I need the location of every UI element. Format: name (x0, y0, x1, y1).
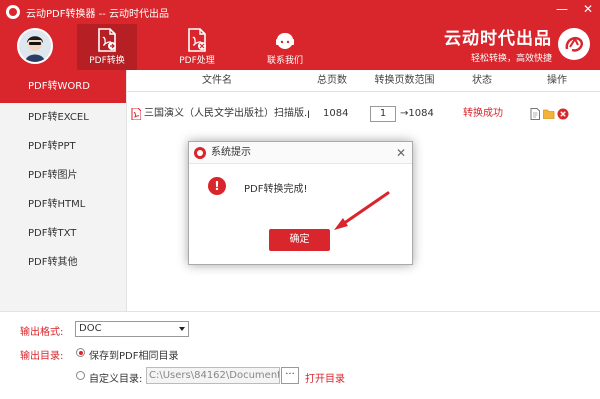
output-dir-label: 输出目录: (20, 351, 64, 362)
sidebar-item-pdf-to-other[interactable]: PDF转其他 (0, 248, 126, 277)
dialog-titlebar: 系统提示 ✕ (189, 142, 412, 164)
range-end-value[interactable]: →1084 (400, 100, 434, 128)
folder-open-icon[interactable] (543, 108, 555, 120)
file-view-icon[interactable] (529, 108, 541, 120)
pdf-convert-icon (98, 28, 116, 52)
tab-contact-us[interactable]: 联系我们 (255, 24, 315, 70)
custom-dir-input[interactable]: C:\Users\84162\Documents\p (146, 367, 280, 384)
range-start-input[interactable]: 1 (370, 106, 396, 122)
contact-headset-icon (276, 33, 294, 49)
window-title: 云动PDF转换器 -- 云动时代出品 (26, 8, 170, 20)
col-ops: 操作 (547, 75, 567, 86)
col-filename: 文件名 (202, 75, 232, 86)
col-status: 状态 (472, 75, 492, 86)
row-filename: 三国演义（人民文学出版社）扫描版.pd (144, 108, 309, 119)
brand-name: 云动时代出品 (444, 29, 552, 49)
custom-dir-radio-label[interactable]: 自定义目录: (89, 370, 142, 385)
app-header: 云动PDF转换器 -- 云动时代出品 — ✕ PDF转换 PDF处理 联系我们 … (0, 0, 600, 70)
title-bar: 云动PDF转换器 -- 云动时代出品 — ✕ (0, 0, 600, 24)
avatar[interactable] (17, 28, 53, 64)
table-row[interactable]: 三国演义（人民文学出版社）扫描版.pd 1084 1 →1084 转换成功 (127, 100, 600, 128)
ok-button[interactable]: 确定 (269, 229, 330, 251)
dialog-message: PDF转换完成! (244, 184, 308, 195)
row-status: 转换成功 (463, 108, 503, 119)
brand-block: 云动时代出品 轻松转换，高效快捷 (444, 24, 590, 64)
sidebar-item-pdf-to-image[interactable]: PDF转图片 (0, 161, 126, 190)
open-directory-link[interactable]: 打开目录 (305, 370, 345, 385)
tab-pdf-convert[interactable]: PDF转换 (77, 24, 137, 70)
pointer-arrow-icon (334, 191, 390, 230)
pdf-process-icon (188, 28, 206, 52)
tab-pdf-process-label: PDF处理 (179, 56, 215, 66)
sidebar-item-pdf-to-excel[interactable]: PDF转EXCEL (0, 103, 126, 132)
browse-button[interactable]: ··· (281, 367, 299, 384)
info-icon: ! (208, 177, 226, 195)
brand-logo-icon (558, 28, 590, 60)
file-table-header: 文件名 总页数 转换页数范围 状态 操作 (127, 70, 600, 92)
output-format-value: DOC (79, 323, 102, 334)
app-logo-icon (6, 5, 20, 19)
row-pages: 1084 (323, 108, 349, 119)
same-dir-radio[interactable] (76, 348, 85, 357)
sidebar-item-pdf-to-word[interactable]: PDF转WORD (0, 70, 126, 103)
sidebar-item-pdf-to-txt[interactable]: PDF转TXT (0, 219, 126, 248)
dialog-close-button[interactable]: ✕ (396, 142, 406, 164)
same-dir-radio-label[interactable]: 保存到PDF相同目录 (89, 347, 178, 362)
output-format-label: 输出格式: (20, 327, 64, 338)
tab-pdf-process[interactable]: PDF处理 (167, 24, 227, 70)
col-pages: 总页数 (317, 75, 347, 86)
sidebar-item-pdf-to-html[interactable]: PDF转HTML (0, 190, 126, 219)
close-window-button[interactable]: ✕ (582, 2, 594, 16)
sidebar: PDF转WORD PDF转EXCEL PDF转PPT PDF转图片 PDF转HT… (0, 70, 127, 311)
output-settings-panel: 输出格式: DOC 输出目录: 保存到PDF相同目录 自定义目录: C:\Use… (0, 311, 600, 399)
delete-icon[interactable] (557, 108, 569, 120)
chevron-down-icon (179, 327, 185, 331)
tab-pdf-convert-label: PDF转换 (89, 56, 125, 66)
dialog-title: 系统提示 (211, 147, 251, 158)
col-range: 转换页数范围 (374, 75, 435, 86)
brand-slogan: 轻松转换，高效快捷 (470, 54, 552, 64)
sidebar-item-pdf-to-ppt[interactable]: PDF转PPT (0, 132, 126, 161)
tab-contact-us-label: 联系我们 (266, 56, 303, 66)
custom-dir-radio[interactable] (76, 371, 85, 380)
pdf-file-icon (131, 108, 141, 120)
minimize-button[interactable]: — (556, 2, 568, 16)
app-logo-icon (194, 147, 206, 159)
output-format-select[interactable]: DOC (75, 321, 189, 337)
